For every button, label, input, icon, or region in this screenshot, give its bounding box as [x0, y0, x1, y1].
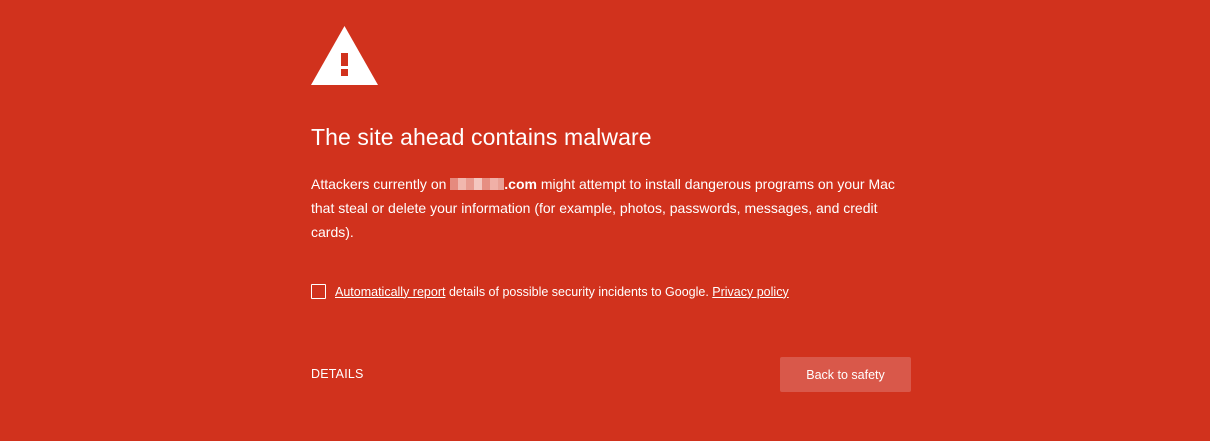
interstitial-page: The site ahead contains malware Attacker…: [0, 0, 1210, 441]
message-prefix: Attackers currently on: [311, 176, 451, 192]
back-to-safety-button[interactable]: Back to safety: [780, 357, 911, 392]
details-button[interactable]: DETAILS: [311, 367, 364, 381]
privacy-policy-link[interactable]: Privacy policy: [712, 285, 788, 299]
domain-suffix: .com: [504, 176, 537, 192]
report-row: Automatically report details of possible…: [311, 284, 789, 299]
warning-message: Attackers currently on .com might attemp…: [311, 172, 921, 244]
warning-triangle-icon: [311, 26, 378, 85]
report-text: details of possible security incidents t…: [445, 284, 713, 299]
report-checkbox[interactable]: [311, 284, 326, 299]
redacted-domain: [450, 178, 505, 190]
automatically-report-link[interactable]: Automatically report: [335, 285, 445, 299]
page-title: The site ahead contains malware: [311, 124, 652, 150]
